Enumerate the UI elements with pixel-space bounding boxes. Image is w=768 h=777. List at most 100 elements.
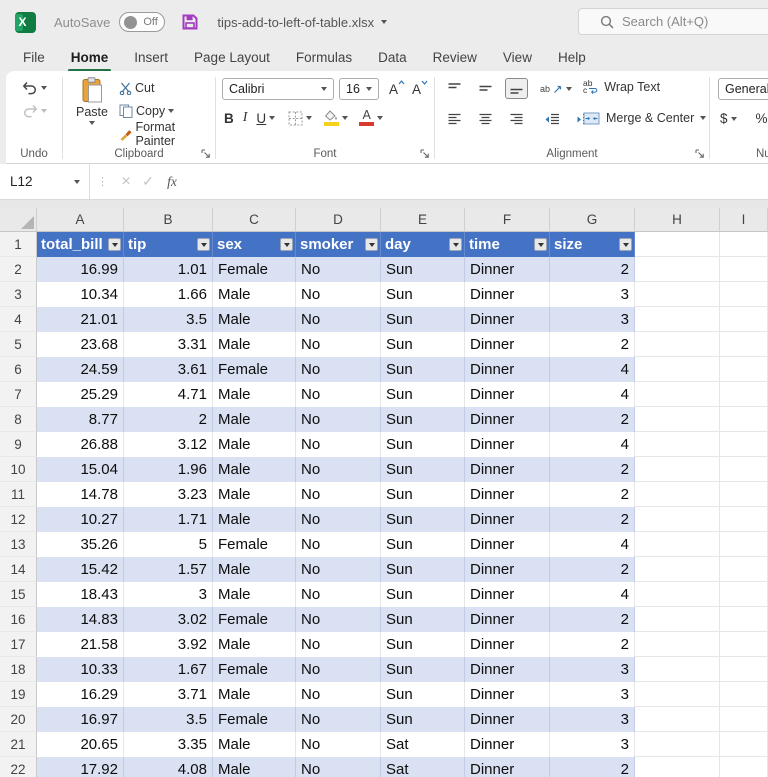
alignment-dialog-launcher[interactable]: [695, 149, 705, 159]
row-header-11[interactable]: 11: [0, 482, 37, 507]
cell[interactable]: Sun: [381, 457, 465, 482]
orientation-button[interactable]: ab: [540, 84, 572, 94]
align-right-button[interactable]: [505, 109, 528, 130]
cell[interactable]: 26.88: [37, 432, 124, 457]
cell[interactable]: Sun: [381, 632, 465, 657]
cell[interactable]: 2: [550, 557, 635, 582]
cell[interactable]: Male: [213, 582, 296, 607]
cell[interactable]: Dinner: [465, 307, 550, 332]
cell[interactable]: Dinner: [465, 507, 550, 532]
cell[interactable]: 2: [550, 257, 635, 282]
cell[interactable]: 3: [550, 282, 635, 307]
row-header-16[interactable]: 16: [0, 607, 37, 632]
cell[interactable]: 2: [550, 332, 635, 357]
row-header-9[interactable]: 9: [0, 432, 37, 457]
cell[interactable]: [635, 632, 720, 657]
cell[interactable]: Dinner: [465, 757, 550, 777]
cell[interactable]: Dinner: [465, 707, 550, 732]
cell[interactable]: [635, 732, 720, 757]
column-header-C[interactable]: C: [213, 208, 296, 231]
filter-button-time[interactable]: [534, 238, 547, 251]
cell[interactable]: [635, 282, 720, 307]
cell[interactable]: 1.01: [124, 257, 213, 282]
cell[interactable]: Sun: [381, 257, 465, 282]
cell[interactable]: [635, 507, 720, 532]
cell[interactable]: 1.57: [124, 557, 213, 582]
cell[interactable]: Male: [213, 282, 296, 307]
cell[interactable]: Male: [213, 557, 296, 582]
row-header-5[interactable]: 5: [0, 332, 37, 357]
cell[interactable]: 21.58: [37, 632, 124, 657]
cell[interactable]: 10.34: [37, 282, 124, 307]
wrap-text-button[interactable]: ab c Wrap Text: [583, 80, 660, 94]
formula-input[interactable]: [185, 164, 768, 199]
cell[interactable]: Male: [213, 382, 296, 407]
cell[interactable]: [720, 357, 768, 382]
cell[interactable]: 4: [550, 532, 635, 557]
cell[interactable]: Dinner: [465, 657, 550, 682]
filter-button-size[interactable]: [619, 238, 632, 251]
cell[interactable]: No: [296, 557, 381, 582]
cell[interactable]: No: [296, 432, 381, 457]
row-header-4[interactable]: 4: [0, 307, 37, 332]
row-header-10[interactable]: 10: [0, 457, 37, 482]
cell[interactable]: [720, 257, 768, 282]
bottom-align-button[interactable]: [505, 78, 528, 99]
cell[interactable]: Dinner: [465, 557, 550, 582]
table-header-cell-tip[interactable]: tip: [124, 232, 213, 257]
cell[interactable]: Dinner: [465, 407, 550, 432]
cell[interactable]: 1.67: [124, 657, 213, 682]
cell[interactable]: [720, 582, 768, 607]
name-box[interactable]: L12: [0, 164, 90, 199]
cell[interactable]: 15.42: [37, 557, 124, 582]
cell[interactable]: [720, 282, 768, 307]
cell[interactable]: Dinner: [465, 432, 550, 457]
cell[interactable]: Male: [213, 432, 296, 457]
cell[interactable]: Sun: [381, 707, 465, 732]
cell[interactable]: Dinner: [465, 457, 550, 482]
cell[interactable]: [635, 582, 720, 607]
column-header-I[interactable]: I: [720, 208, 768, 231]
cell[interactable]: Dinner: [465, 682, 550, 707]
row-header-18[interactable]: 18: [0, 657, 37, 682]
cell[interactable]: [720, 557, 768, 582]
font-family-combo[interactable]: Calibri: [222, 78, 334, 100]
cell[interactable]: Sun: [381, 407, 465, 432]
borders-button[interactable]: [288, 111, 312, 126]
cell[interactable]: No: [296, 407, 381, 432]
cancel-button[interactable]: ×: [115, 173, 137, 191]
cell[interactable]: Male: [213, 457, 296, 482]
cell[interactable]: 35.26: [37, 532, 124, 557]
cell[interactable]: [720, 232, 768, 257]
cell[interactable]: 4: [550, 582, 635, 607]
middle-align-button[interactable]: [474, 78, 497, 99]
row-header-3[interactable]: 3: [0, 282, 37, 307]
cell[interactable]: 16.29: [37, 682, 124, 707]
cell[interactable]: No: [296, 657, 381, 682]
cell[interactable]: [720, 332, 768, 357]
row-header-20[interactable]: 20: [0, 707, 37, 732]
cell[interactable]: No: [296, 707, 381, 732]
cell[interactable]: 4.71: [124, 382, 213, 407]
excel-app-icon[interactable]: X: [15, 12, 36, 33]
cell[interactable]: Sun: [381, 332, 465, 357]
autosave-toggle[interactable]: Off: [119, 12, 165, 32]
cell[interactable]: Dinner: [465, 632, 550, 657]
cell[interactable]: 3.5: [124, 307, 213, 332]
cell[interactable]: Sat: [381, 757, 465, 777]
number-format-combo[interactable]: General: [718, 78, 768, 100]
underline-button[interactable]: U: [256, 111, 275, 126]
column-header-F[interactable]: F: [465, 208, 550, 231]
font-color-button[interactable]: A: [359, 110, 383, 126]
row-header-22[interactable]: 22: [0, 757, 37, 777]
cell[interactable]: Dinner: [465, 382, 550, 407]
cell[interactable]: Dinner: [465, 257, 550, 282]
cell[interactable]: Male: [213, 732, 296, 757]
cell[interactable]: No: [296, 582, 381, 607]
filter-button-smoker[interactable]: [365, 238, 378, 251]
cell[interactable]: 3: [550, 307, 635, 332]
cell[interactable]: 20.65: [37, 732, 124, 757]
menu-file[interactable]: File: [10, 46, 58, 72]
menu-data[interactable]: Data: [365, 46, 420, 72]
filter-button-tip[interactable]: [197, 238, 210, 251]
